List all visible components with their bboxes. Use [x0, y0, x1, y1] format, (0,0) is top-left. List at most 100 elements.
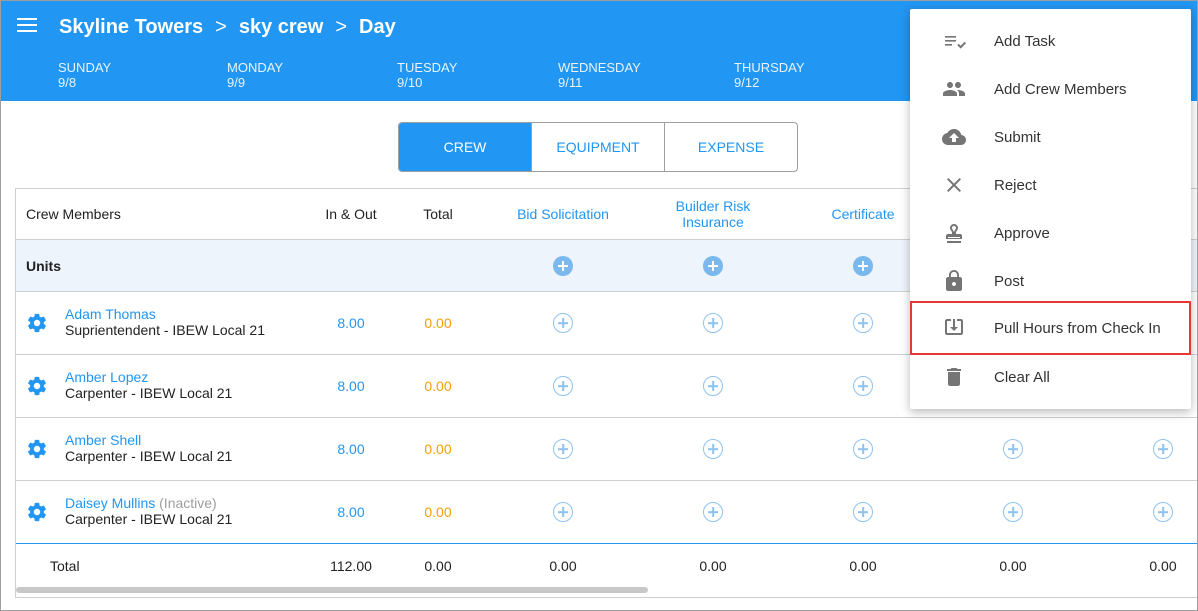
- menu-item-add-crew-members[interactable]: Add Crew Members: [910, 65, 1191, 113]
- menu-item-submit[interactable]: Submit: [910, 113, 1191, 161]
- chevron-right-icon: >: [215, 16, 227, 38]
- add-unit-bid-icon[interactable]: [553, 255, 573, 276]
- actions-menu: Add Task Add Crew Members Submit Reject …: [910, 9, 1191, 409]
- menu-item-label: Post: [994, 272, 1025, 290]
- column-header-crew-members: Crew Members: [26, 206, 121, 222]
- day-monday[interactable]: MONDAY 9/9: [227, 60, 283, 90]
- gear-icon[interactable]: [26, 312, 48, 334]
- day-name: SUNDAY: [58, 60, 112, 75]
- cloud-upload-icon: [942, 129, 966, 145]
- menu-item-add-task[interactable]: Add Task: [910, 17, 1191, 65]
- gear-icon[interactable]: [26, 438, 48, 460]
- crew-member-role: Carpenter - IBEW Local 21: [65, 448, 233, 464]
- add-entry-icon[interactable]: [703, 313, 723, 333]
- breadcrumb-crew[interactable]: sky crew: [239, 16, 324, 39]
- in-out-hours[interactable]: 8.00: [311, 292, 391, 354]
- total-hours: 0.00: [424, 378, 452, 394]
- day-name: WEDNESDAY: [558, 60, 641, 75]
- crew-member-role: Carpenter - IBEW Local 21: [65, 385, 233, 401]
- gear-icon[interactable]: [26, 375, 48, 397]
- add-entry-icon[interactable]: [1153, 439, 1173, 459]
- day-thursday[interactable]: THURSDAY 9/12: [734, 60, 805, 90]
- column-header-certificate[interactable]: Certificate: [798, 189, 928, 239]
- crew-member-name[interactable]: Amber Shell: [65, 432, 141, 448]
- day-date: 9/10: [397, 75, 423, 90]
- hamburger-menu-icon[interactable]: [17, 18, 37, 34]
- in-out-hours[interactable]: 8.00: [311, 481, 391, 543]
- add-entry-icon[interactable]: [853, 376, 873, 396]
- task-list-icon: [945, 36, 966, 49]
- total-builder: 0.00: [699, 558, 727, 574]
- gear-icon[interactable]: [26, 501, 48, 523]
- menu-item-clear-all[interactable]: Clear All: [910, 353, 1191, 401]
- add-entry-icon[interactable]: [853, 502, 873, 522]
- crew-member-info: Amber Lopez Carpenter - IBEW Local 21: [65, 369, 232, 401]
- tab-equipment[interactable]: EQUIPMENT: [532, 123, 665, 171]
- people-icon: [943, 82, 965, 96]
- total-hours: 0.00: [424, 504, 452, 520]
- menu-item-label: Add Crew Members: [994, 80, 1127, 98]
- column-header-builder-risk-insurance[interactable]: Builder Risk Insurance: [648, 189, 778, 239]
- day-date: 9/8: [58, 75, 77, 90]
- table-row: Amber Shell Carpenter - IBEW Local 21 8.…: [16, 418, 1197, 481]
- add-unit-builder-icon[interactable]: [703, 255, 723, 276]
- download-box-icon: [945, 319, 963, 335]
- tab-crew[interactable]: CREW: [399, 123, 532, 171]
- crew-member-role: Suprientendent - IBEW Local 21: [65, 322, 266, 338]
- day-wednesday[interactable]: WEDNESDAY 9/11: [558, 60, 641, 90]
- total-hours: 0.00: [424, 441, 452, 457]
- total-col6: 0.00: [1149, 558, 1177, 574]
- add-entry-icon[interactable]: [553, 439, 573, 459]
- day-date: 9/11: [558, 75, 583, 90]
- day-tuesday[interactable]: TUESDAY 9/10: [397, 60, 457, 90]
- in-out-hours[interactable]: 8.00: [311, 418, 391, 480]
- menu-item-label: Approve: [994, 224, 1050, 242]
- menu-item-label: Reject: [994, 176, 1037, 194]
- crew-member-role: Carpenter - IBEW Local 21: [65, 511, 233, 527]
- add-entry-icon[interactable]: [853, 439, 873, 459]
- units-label: Units: [26, 257, 61, 274]
- view-tabs: CREW EQUIPMENT EXPENSE: [398, 122, 798, 172]
- day-sunday[interactable]: SUNDAY 9/8: [58, 60, 111, 90]
- day-name: THURSDAY: [734, 60, 805, 75]
- column-header-bid-solicitation[interactable]: Bid Solicitation: [498, 189, 628, 239]
- horizontal-scrollbar[interactable]: [16, 587, 648, 593]
- lock-icon: [946, 270, 962, 291]
- chevron-right-icon: >: [335, 16, 348, 38]
- trash-icon: [947, 368, 961, 386]
- add-entry-icon[interactable]: [703, 376, 723, 396]
- menu-item-reject[interactable]: Reject: [910, 161, 1191, 209]
- tab-expense[interactable]: EXPENSE: [665, 123, 797, 171]
- add-entry-icon[interactable]: [553, 376, 573, 396]
- add-unit-certificate-icon[interactable]: [853, 255, 873, 276]
- add-entry-icon[interactable]: [1153, 502, 1173, 522]
- day-name: TUESDAY: [397, 60, 458, 75]
- breadcrumb-project[interactable]: Skyline Towers: [59, 16, 203, 39]
- breadcrumb: Skyline Towers > sky crew > Day: [59, 16, 396, 39]
- add-entry-icon[interactable]: [553, 313, 573, 333]
- add-entry-icon[interactable]: [853, 313, 873, 333]
- crew-member-name[interactable]: Amber Lopez: [65, 369, 148, 385]
- menu-item-label: Clear All: [994, 368, 1050, 386]
- column-header-builder-line1: Builder Risk: [675, 198, 751, 214]
- menu-item-post[interactable]: Post: [910, 257, 1191, 305]
- crew-member-name[interactable]: Adam Thomas: [65, 306, 156, 322]
- menu-item-label: Submit: [994, 128, 1041, 146]
- day-name: MONDAY: [227, 60, 284, 75]
- menu-item-pull-hours-from-check-in[interactable]: Pull Hours from Check In: [910, 301, 1191, 355]
- crew-member-name[interactable]: Daisey Mullins: [65, 495, 155, 511]
- add-entry-icon[interactable]: [553, 502, 573, 522]
- stamp-icon: [946, 224, 962, 243]
- add-entry-icon[interactable]: [703, 502, 723, 522]
- day-date: 9/9: [227, 75, 246, 90]
- add-entry-icon[interactable]: [1003, 502, 1023, 522]
- crew-member-info: Amber Shell Carpenter - IBEW Local 21: [65, 432, 232, 464]
- menu-item-approve[interactable]: Approve: [910, 209, 1191, 257]
- in-out-hours[interactable]: 8.00: [311, 355, 391, 417]
- add-entry-icon[interactable]: [703, 439, 723, 459]
- add-entry-icon[interactable]: [1003, 439, 1023, 459]
- column-header-builder-line2: Insurance: [682, 214, 744, 230]
- crew-member-info: Adam Thomas Suprientendent - IBEW Local …: [65, 306, 265, 338]
- breadcrumb-view: Day: [359, 16, 396, 38]
- column-header-in-out: In & Out: [325, 206, 377, 222]
